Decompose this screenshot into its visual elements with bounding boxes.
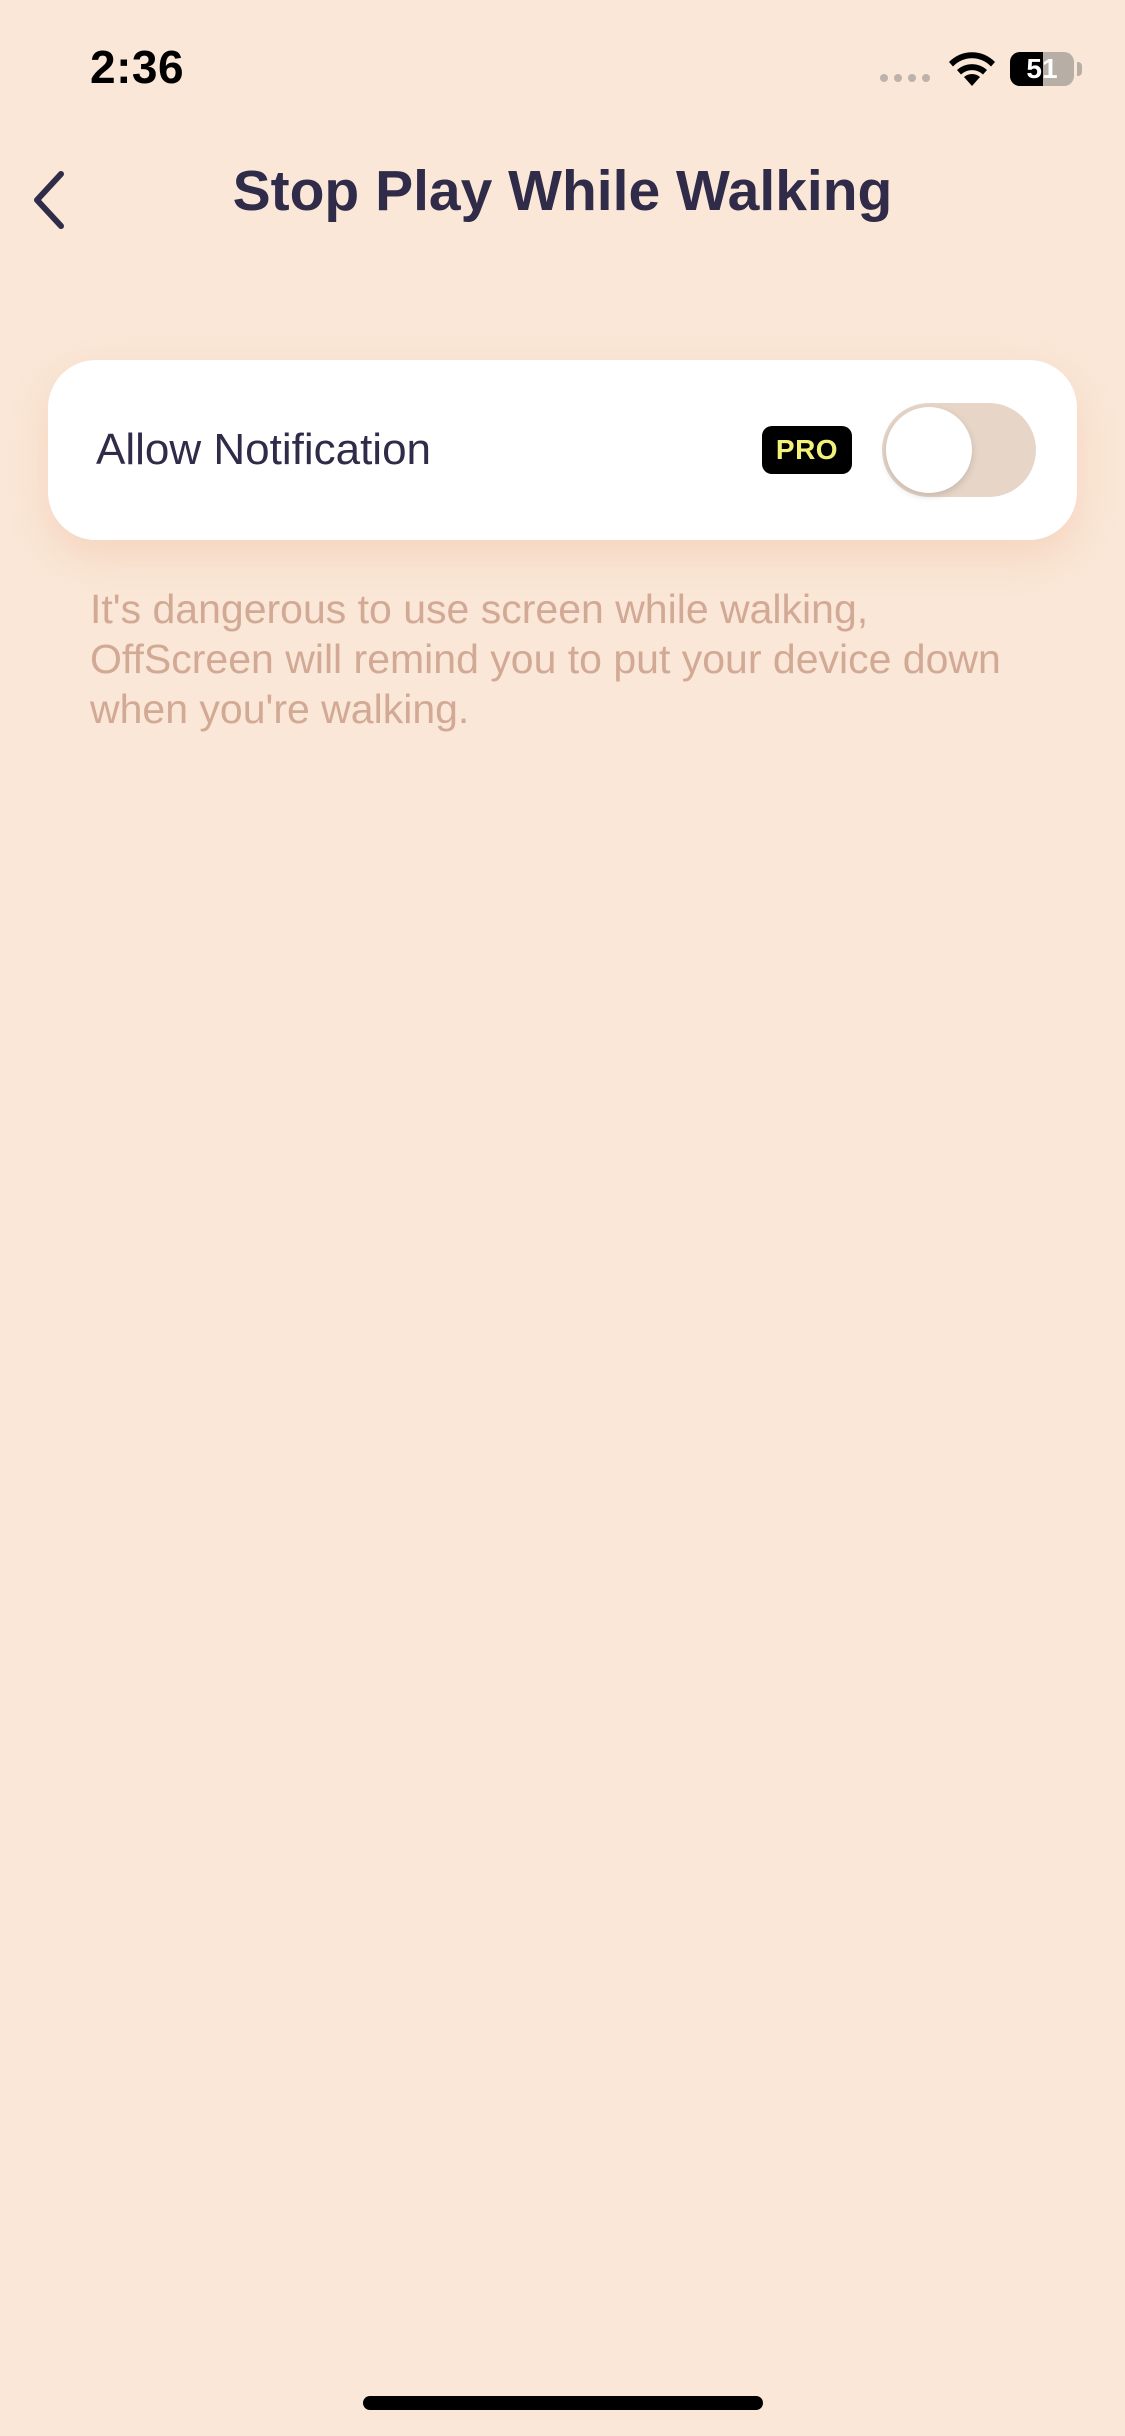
page-title: Stop Play While Walking bbox=[232, 159, 893, 223]
pro-badge: PRO bbox=[762, 426, 852, 474]
cellular-signal-icon bbox=[880, 74, 930, 82]
toggle-knob[interactable] bbox=[886, 407, 972, 493]
wifi-icon bbox=[949, 52, 995, 86]
allow-notification-card: Allow Notification PRO bbox=[48, 360, 1077, 540]
battery-percent: 51 bbox=[1026, 53, 1058, 84]
allow-notification-toggle[interactable] bbox=[882, 403, 1036, 497]
allow-notification-label: Allow Notification bbox=[96, 425, 432, 474]
feature-description: It's dangerous to use screen while walki… bbox=[90, 586, 1001, 732]
status-time: 2:36 bbox=[90, 41, 185, 93]
status-bar: 2:36 51 bbox=[0, 0, 1125, 140]
battery-cap bbox=[1077, 62, 1082, 76]
battery-icon: 51 bbox=[1010, 52, 1074, 86]
home-indicator bbox=[363, 2396, 763, 2410]
